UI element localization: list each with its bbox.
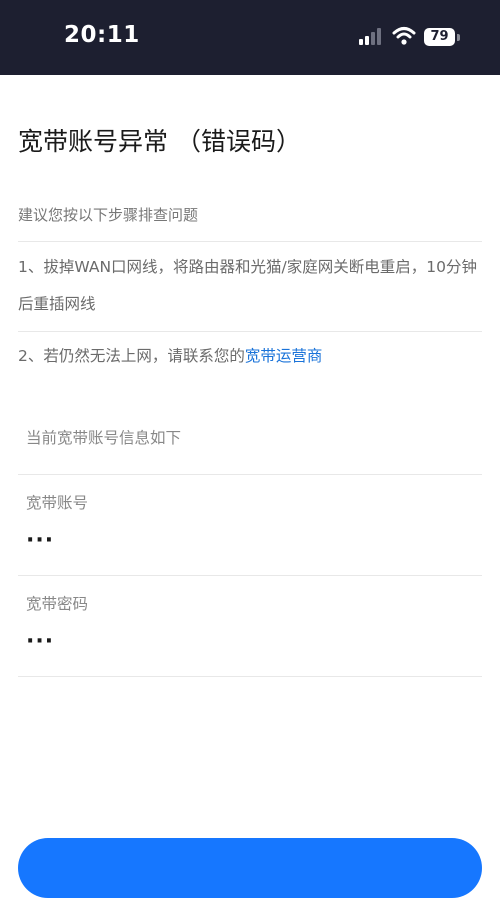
divider [18,575,482,576]
divider [18,676,482,677]
step-1-text: 1、拔掉WAN口网线，将路由器和光猫/家庭网关断电重启，10分钟后重插网线 [18,258,477,313]
wifi-icon [392,27,416,45]
account-label: 宽带账号 [26,494,89,512]
battery-cap [457,34,460,41]
isp-contact-link[interactable]: 宽带运营商 [245,347,323,365]
divider [18,331,482,332]
signal-icon [359,28,381,45]
account-value: ··· [26,528,55,553]
status-time: 20:11 [64,22,140,48]
password-value: ··· [26,629,55,654]
account-info-heading: 当前宽带账号信息如下 [26,429,182,447]
intro-text: 建议您按以下步骤排查问题 [18,206,199,224]
divider [18,241,482,242]
status-bar: 20:11 79 [0,0,500,75]
step-2-text: 2、若仍然无法上网，请联系您的 [18,347,245,365]
divider [18,474,482,475]
password-label: 宽带密码 [26,595,89,613]
page-title: 宽带账号异常 （错误码） [18,127,301,156]
step-2: 2、若仍然无法上网，请联系您的宽带运营商 [18,338,482,375]
primary-action-button[interactable] [18,838,482,898]
battery-icon: 79 [424,28,455,46]
